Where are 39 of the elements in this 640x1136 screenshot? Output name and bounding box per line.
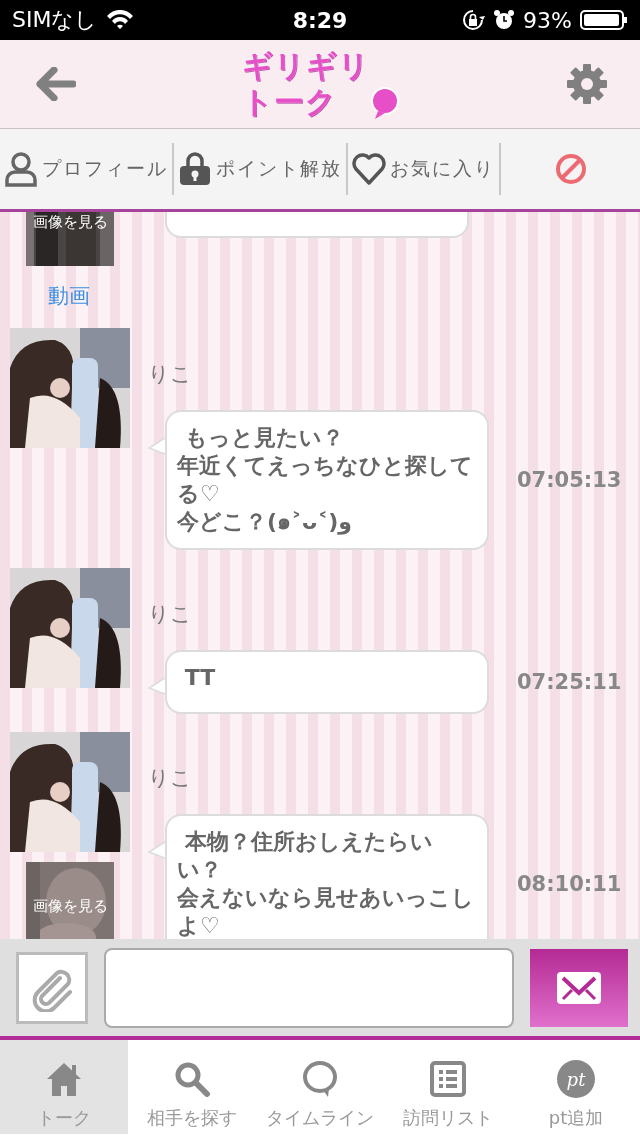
- back-arrow-icon[interactable]: [36, 67, 76, 101]
- message-time: 07:05:13: [517, 468, 622, 492]
- speech-bubble-icon: [301, 1060, 339, 1098]
- message-time: 08:10:11: [517, 872, 622, 896]
- battery-percent: 93%: [523, 7, 572, 33]
- message-bubble: TT: [165, 650, 489, 714]
- attach-button[interactable]: [16, 951, 88, 1024]
- settings-icon[interactable]: [566, 63, 608, 105]
- prohibited-icon: [553, 152, 588, 186]
- carrier-label: SIMなし: [12, 6, 98, 34]
- wifi-icon: [107, 10, 134, 30]
- points-badge: pt: [557, 1060, 595, 1098]
- sender-name: りこ: [148, 602, 193, 626]
- video-link[interactable]: 動画: [48, 282, 90, 310]
- profile-button[interactable]: プロフィール: [0, 129, 172, 209]
- envelope-icon: [556, 970, 602, 1005]
- list-icon: [429, 1060, 467, 1098]
- tab[interactable]: トーク: [0, 1040, 128, 1134]
- sender-name: りこ: [148, 766, 193, 790]
- rotation-lock-icon: [461, 8, 486, 32]
- house-icon: [45, 1060, 83, 1098]
- message-bubble: 本物？住所おしえたらいい？ 会えないなら見せあいっこしよ♡: [165, 814, 489, 939]
- clock-time: 8:29: [292, 7, 348, 33]
- app-logo: ギリギリ トーク: [242, 48, 370, 120]
- speech-bubble-icon: [370, 86, 400, 120]
- alarm-icon: [493, 9, 516, 31]
- view-image-button[interactable]: 画像を見る: [26, 212, 114, 266]
- view-image-button[interactable]: 画像を見る: [26, 862, 114, 939]
- search-icon: [173, 1060, 211, 1098]
- heart-icon: [352, 151, 386, 187]
- points-button[interactable]: ポイント解放: [174, 129, 346, 209]
- sender-name: りこ: [148, 362, 193, 386]
- favorite-button[interactable]: お気に入り: [348, 129, 499, 209]
- battery-icon: [580, 9, 628, 31]
- send-button[interactable]: [530, 948, 628, 1027]
- lock-icon: [178, 151, 212, 187]
- message-input-field[interactable]: [104, 947, 514, 1028]
- person-icon: [4, 151, 38, 187]
- message-time: 07:25:11: [517, 670, 622, 694]
